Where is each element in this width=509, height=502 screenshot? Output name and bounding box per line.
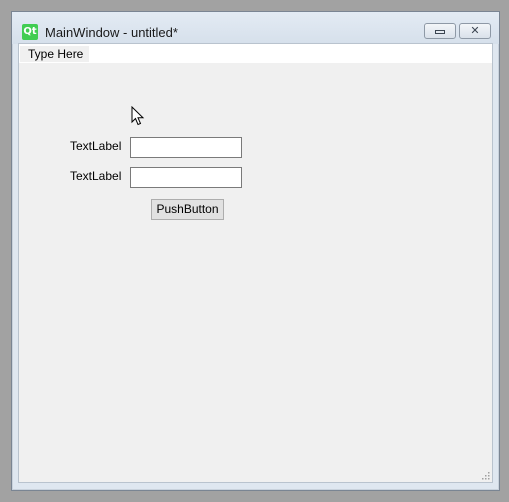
menu-item-type-here[interactable]: Type Here bbox=[20, 46, 90, 62]
text-label-2: TextLabel bbox=[70, 169, 122, 183]
close-button[interactable]: ✕ bbox=[459, 23, 491, 39]
central-widget: Type Here TextLabel TextLabel PushButton bbox=[18, 43, 493, 483]
close-icon: ✕ bbox=[470, 24, 480, 37]
minimize-button[interactable] bbox=[424, 23, 456, 39]
line-edit-2[interactable] bbox=[130, 167, 242, 188]
title-bar[interactable]: Qt MainWindow - untitled* ✕ bbox=[12, 12, 499, 44]
text-label-1: TextLabel bbox=[70, 139, 122, 153]
mouse-pointer-icon bbox=[131, 106, 145, 126]
main-window: Qt MainWindow - untitled* ✕ Type Here Te… bbox=[11, 11, 500, 491]
push-button[interactable]: PushButton bbox=[151, 199, 224, 220]
window-title: MainWindow - untitled* bbox=[45, 25, 178, 40]
qt-logo-icon: Qt bbox=[22, 24, 38, 40]
menu-bar: Type Here bbox=[19, 44, 492, 63]
desktop-background: Qt MainWindow - untitled* ✕ Type Here Te… bbox=[0, 0, 509, 502]
minimize-icon bbox=[435, 30, 445, 34]
size-grip-icon[interactable] bbox=[480, 470, 490, 480]
line-edit-1[interactable] bbox=[130, 137, 242, 158]
